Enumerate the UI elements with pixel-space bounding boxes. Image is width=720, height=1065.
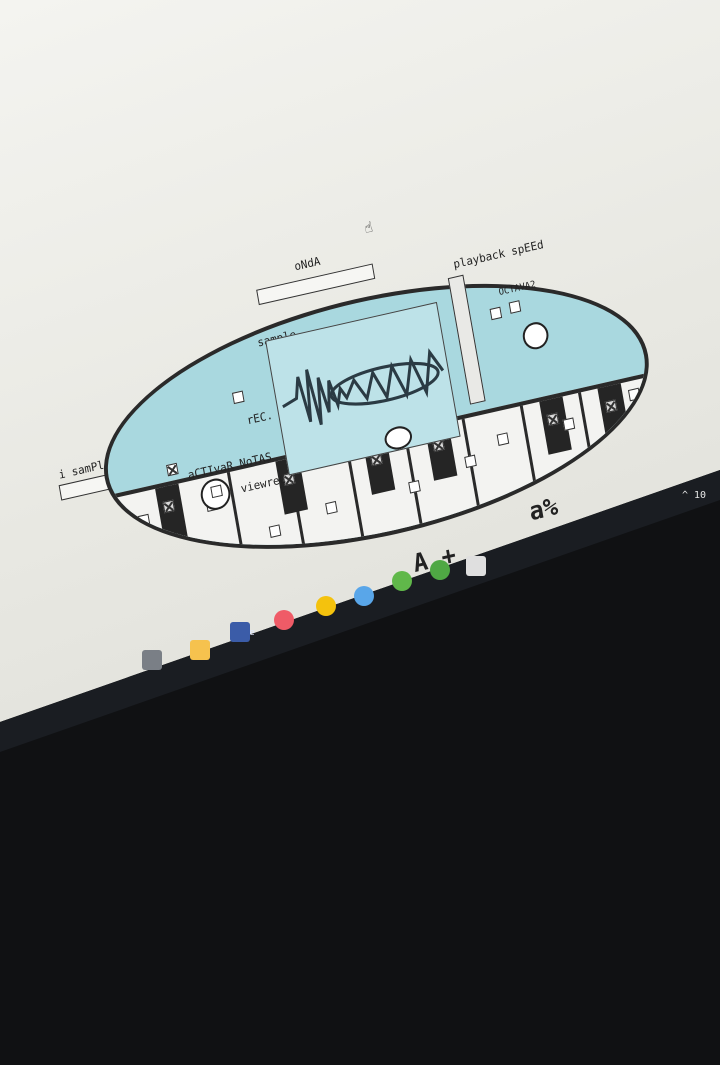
cursor-hand-icon: ☝ — [363, 219, 375, 238]
chrome-icon[interactable] — [316, 596, 336, 616]
black-key[interactable] — [597, 383, 631, 442]
black-key-toggle[interactable] — [546, 412, 560, 427]
white-key-toggle[interactable] — [627, 387, 641, 402]
viewrec-toggle[interactable] — [210, 484, 223, 499]
white-key-divider — [578, 392, 601, 506]
octava-up-toggle[interactable] — [508, 300, 522, 314]
pd-app-icon[interactable] — [466, 556, 486, 576]
note-label: a% — [526, 491, 560, 527]
white-key-toggle[interactable] — [268, 524, 282, 538]
black-key-toggle[interactable] — [604, 399, 618, 413]
rec-toggle[interactable] — [231, 390, 245, 405]
live-app-icon[interactable] — [230, 622, 250, 642]
monitor-photo: oNdA ☝ i samPle playback spEEd rEC. aCTI… — [0, 0, 720, 960]
white-key-divider — [345, 445, 368, 558]
white-key-toggle[interactable] — [408, 479, 421, 494]
black-key-toggle[interactable] — [162, 499, 176, 514]
file-explorer-icon[interactable] — [190, 640, 210, 660]
system-tray: ^ 10 — [682, 490, 707, 501]
task-view-icon[interactable] — [142, 650, 162, 670]
onda-label: oNdA — [293, 254, 322, 274]
octava-down-toggle[interactable] — [489, 306, 503, 321]
white-key-toggle[interactable] — [137, 513, 151, 528]
pd-patch: oNdA ☝ i samPle playback spEEd rEC. aCTI… — [0, 0, 720, 722]
white-key-toggle[interactable] — [325, 500, 338, 515]
white-key-toggle[interactable] — [464, 454, 477, 469]
black-key[interactable] — [155, 483, 188, 542]
twitter-bird-icon[interactable] — [354, 586, 374, 606]
maps-icon[interactable] — [274, 610, 294, 630]
white-key-divider — [461, 418, 485, 532]
green-download-icon[interactable] — [430, 560, 450, 580]
playback-speed-label: playback spEEd — [452, 237, 545, 272]
pd-canvas-screen: oNdA ☝ i samPle playback spEEd rEC. aCTI… — [0, 0, 720, 722]
white-key-toggle[interactable] — [496, 432, 510, 446]
green-app-icon[interactable] — [392, 571, 412, 591]
activar-notas-toggle[interactable] — [166, 462, 179, 477]
white-key-toggle[interactable] — [562, 417, 576, 431]
